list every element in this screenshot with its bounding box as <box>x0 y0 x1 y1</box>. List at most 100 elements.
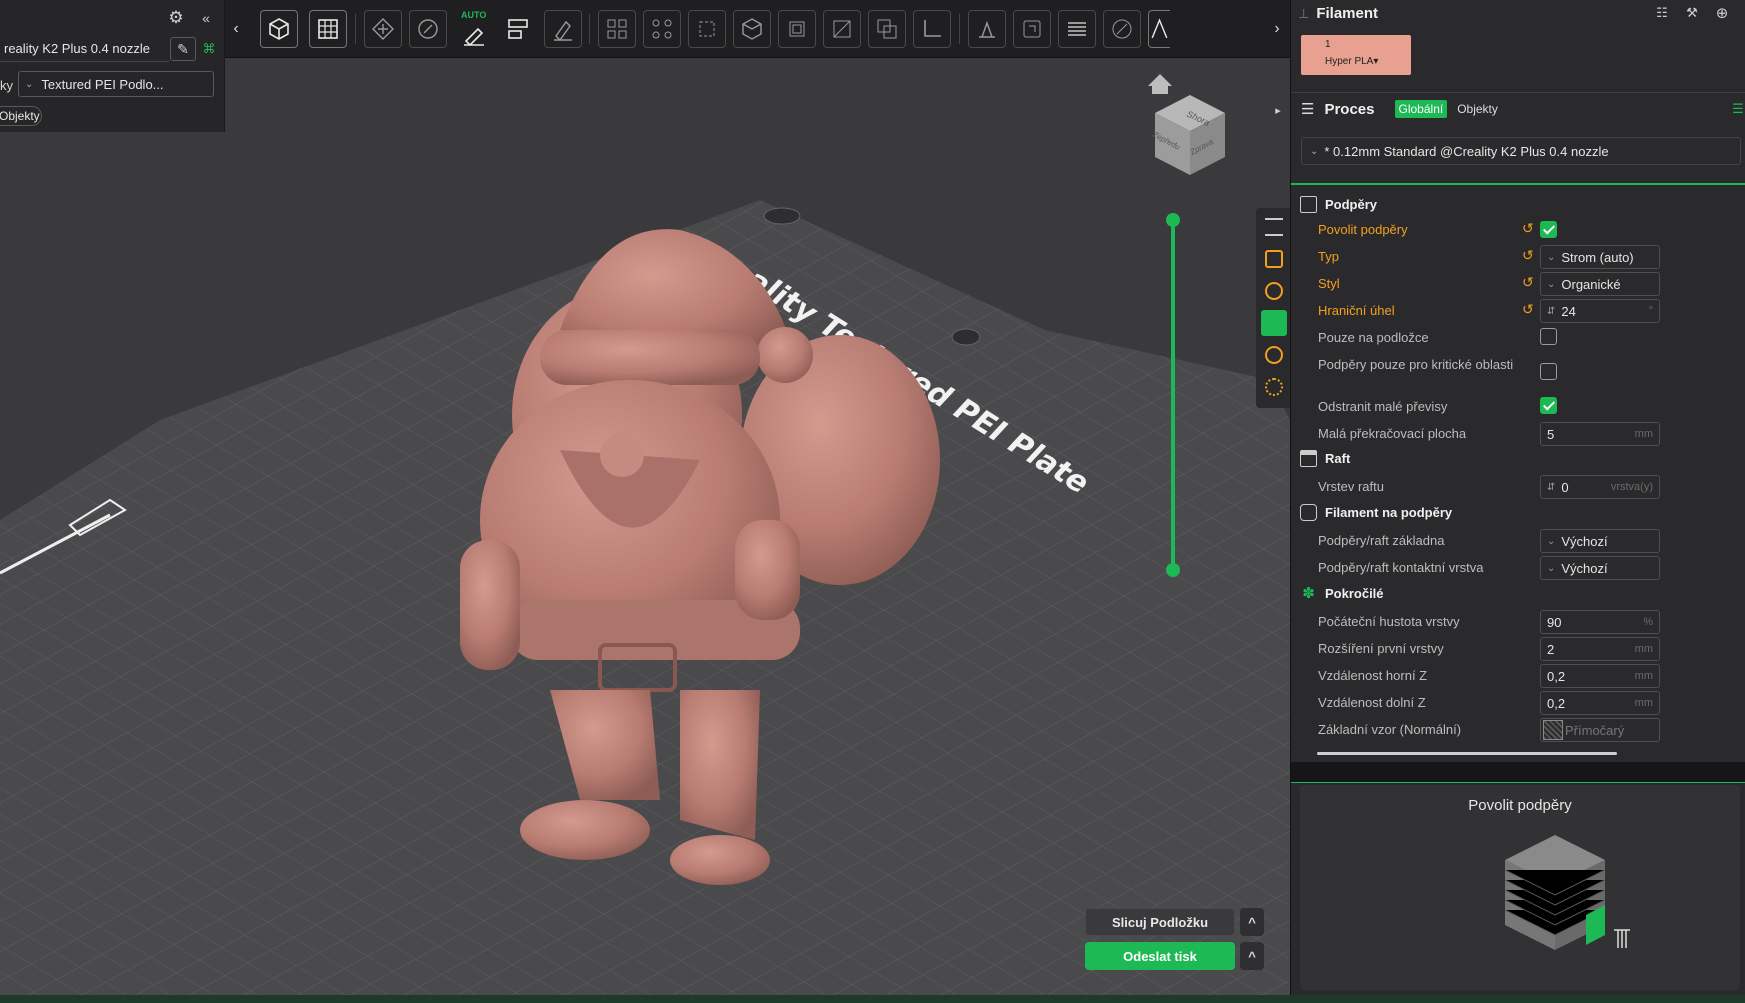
spinner-icon: ⇵ <box>1547 481 1556 493</box>
interface-filament-select[interactable]: ⌄ Výchozí <box>1540 556 1660 580</box>
clover-icon[interactable] <box>1265 378 1283 396</box>
orient-button[interactable] <box>409 10 447 48</box>
sync-filament-icon[interactable]: ☷ <box>1653 4 1671 22</box>
paint-button[interactable] <box>544 10 582 48</box>
collapse-toolbar-right-icon[interactable]: › <box>1270 18 1284 40</box>
text-button[interactable] <box>913 10 951 48</box>
remove-small-overhangs-checkbox[interactable] <box>1540 397 1557 414</box>
small-area-input[interactable]: 5 mm <box>1540 422 1660 446</box>
seam-button[interactable] <box>823 10 861 48</box>
settings-scrollbar[interactable] <box>1317 752 1617 755</box>
initial-density-input[interactable]: 90% <box>1540 610 1660 634</box>
plate-grid-button[interactable] <box>309 10 347 48</box>
filament-icon: ⟂ <box>1299 4 1309 21</box>
arrange-button[interactable] <box>364 10 402 48</box>
enable-supports-checkbox[interactable] <box>1540 221 1557 238</box>
add-object-button[interactable] <box>260 10 298 48</box>
measure-button[interactable] <box>868 10 906 48</box>
collapse-toolbar-left-icon[interactable]: ‹ <box>229 18 243 40</box>
initial-density-label: Počáteční hustota vrstvy <box>1318 614 1460 629</box>
slice-plate-button[interactable]: Slicuj Podložku <box>1085 908 1235 936</box>
top-z-distance-input[interactable]: 0,2 mm <box>1540 664 1660 688</box>
printer-select[interactable]: reality K2 Plus 0.4 nozzle <box>0 36 170 62</box>
layers-icon[interactable] <box>1265 218 1283 236</box>
boolean-button[interactable] <box>733 10 771 48</box>
chevron-down-icon: ⌄ <box>1547 251 1556 263</box>
initial-density-value: 90 <box>1547 614 1562 630</box>
edit-printer-icon[interactable]: ✎ <box>170 37 196 61</box>
filament-slot[interactable]: 1 Hyper PLA▾ <box>1301 35 1411 75</box>
speed-icon[interactable] <box>1265 282 1283 300</box>
collapse-right-panel-icon[interactable]: ▸ <box>1270 100 1286 120</box>
arrange-grid-button[interactable] <box>598 10 636 48</box>
supports-section-header[interactable]: Podpěry <box>1300 192 1377 216</box>
navigation-cube[interactable]: Shora Zepředu Zprava <box>1150 95 1225 175</box>
tab-global[interactable]: Globální <box>1394 100 1448 118</box>
add-filament-icon[interactable]: ⊕ <box>1713 4 1731 22</box>
filament-header: ⟂ Filament <box>1299 2 1739 24</box>
unit-label: mm <box>1634 643 1653 655</box>
slice-options-button[interactable]: ^ <box>1240 908 1264 936</box>
first-layer-expansion-value: 2 <box>1547 641 1555 657</box>
cut-button[interactable] <box>688 10 726 48</box>
split-button[interactable] <box>499 10 537 48</box>
send-print-button[interactable]: Odeslat tisk <box>1085 942 1235 970</box>
view-side-toolbar <box>1256 208 1290 408</box>
collapse-left-icon[interactable]: « <box>198 8 214 28</box>
layers-button[interactable] <box>1058 10 1096 48</box>
filament-for-supports-section-header[interactable]: Filament na podpěry <box>1300 500 1452 524</box>
assembly-button[interactable] <box>1013 10 1051 48</box>
gear-icon[interactable]: ⚙ <box>166 8 186 28</box>
base-pattern-select[interactable]: Přímočarý <box>1540 718 1660 742</box>
reset-icon[interactable]: ↺ <box>1522 274 1534 291</box>
threshold-angle-value: 24 <box>1561 303 1576 319</box>
toggle-view-icon[interactable] <box>1265 250 1283 268</box>
raft-section-header[interactable]: Raft <box>1300 446 1350 470</box>
support-type-select[interactable]: ⌄ Strom (auto) <box>1540 245 1660 269</box>
bottom-z-distance-value: 0,2 <box>1547 695 1566 711</box>
small-area-value: 5 <box>1547 426 1555 442</box>
advanced-section-header[interactable]: ✽ Pokročilé <box>1300 581 1383 605</box>
edit-filament-icon[interactable]: ⚒ <box>1683 4 1701 22</box>
plate-type-select[interactable]: ⌄ Textured PEI Podlo... <box>18 71 214 97</box>
font-button[interactable] <box>1148 10 1170 48</box>
reset-icon[interactable]: ↺ <box>1522 301 1534 318</box>
base-filament-select[interactable]: ⌄ Výchozí <box>1540 529 1660 553</box>
layer-slider-bottom-handle[interactable] <box>1166 563 1180 577</box>
bottom-z-distance-input[interactable]: 0,2 mm <box>1540 691 1660 715</box>
unit-label: vrstva(y) <box>1610 481 1653 493</box>
remove-small-overhangs-label: Odstranit malé převisy <box>1318 399 1448 414</box>
support-view-icon[interactable] <box>1261 310 1287 336</box>
auto-orient-button[interactable]: AUTO <box>454 10 492 48</box>
process-preset-select[interactable]: ⌄ * 0.12mm Standard @Creality K2 Plus 0.… <box>1301 137 1741 165</box>
raft-icon <box>1300 449 1317 467</box>
layer-slider-top-handle[interactable] <box>1166 213 1180 227</box>
tab-objects[interactable]: Objekty <box>1457 102 1498 116</box>
plate-type-value: Textured PEI Podlo... <box>41 76 164 92</box>
critical-only-checkbox[interactable] <box>1540 363 1557 380</box>
unit-label: % <box>1643 616 1653 628</box>
main-toolbar: ‹ AUTO › <box>225 0 1290 58</box>
first-layer-expansion-input[interactable]: 2 mm <box>1540 637 1660 661</box>
support-paint-button[interactable] <box>778 10 816 48</box>
send-options-button[interactable]: ^ <box>1240 942 1264 970</box>
filament-spool-icon <box>1300 503 1317 521</box>
on-build-plate-checkbox[interactable] <box>1540 328 1557 345</box>
scene-canvas[interactable]: ality Textured PEI Plate <box>0 0 1290 995</box>
color-paint-button[interactable] <box>1103 10 1141 48</box>
threshold-angle-input[interactable]: ⇵ 24 ° <box>1540 299 1660 323</box>
process-preset-value: * 0.12mm Standard @Creality K2 Plus 0.4 … <box>1324 143 1609 159</box>
3d-viewport[interactable]: ality Textured PEI Plate <box>0 0 1290 995</box>
wifi-icon[interactable]: ⌘ <box>200 40 218 58</box>
raft-layers-input[interactable]: ⇵ 0 vrstva(y) <box>1540 475 1660 499</box>
support-style-select[interactable]: ⌄ Organické <box>1540 272 1660 296</box>
reset-icon[interactable]: ↺ <box>1522 220 1534 237</box>
reset-icon[interactable]: ↺ <box>1522 247 1534 264</box>
objects-tab[interactable]: Objekty <box>0 106 42 126</box>
process-list-icon[interactable]: ☰ <box>1731 100 1745 118</box>
pattern-swatch-icon <box>1543 720 1563 740</box>
emboss-button[interactable] <box>968 10 1006 48</box>
target-icon[interactable] <box>1265 346 1283 364</box>
home-icon[interactable] <box>1148 74 1172 94</box>
layout-button[interactable] <box>643 10 681 48</box>
